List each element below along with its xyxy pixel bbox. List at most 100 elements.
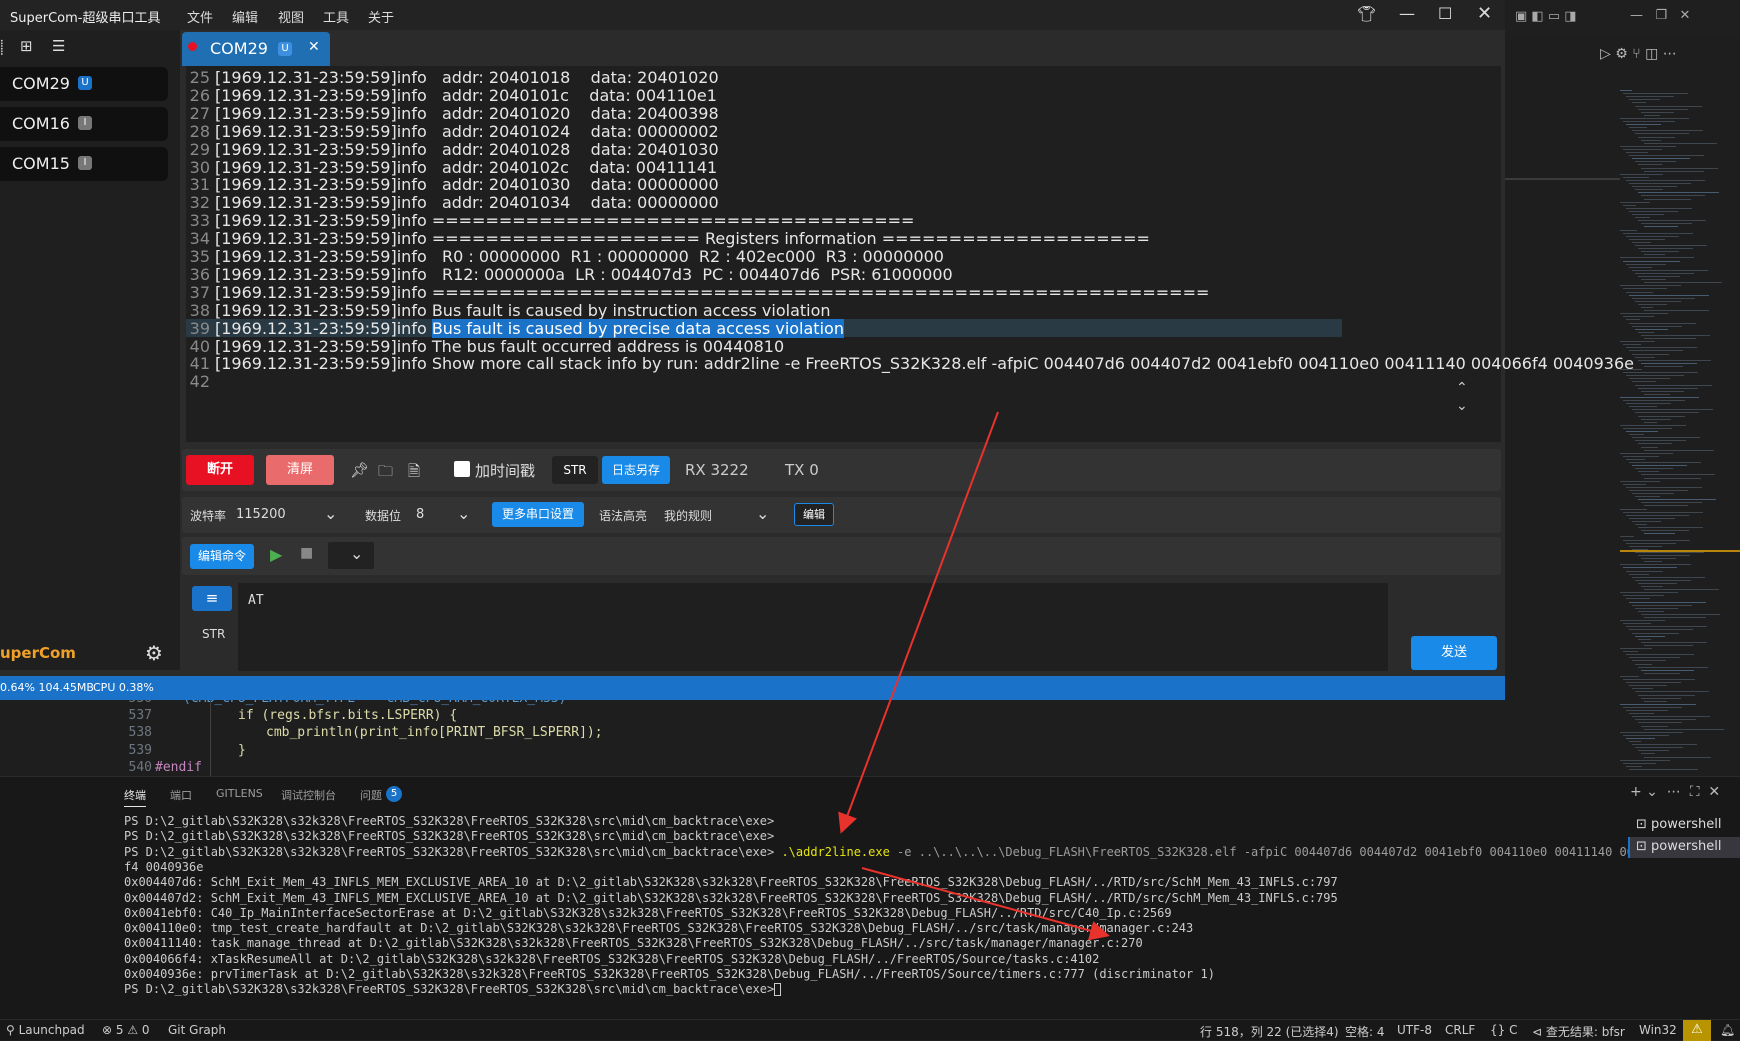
minimap-line: [1632, 465, 1687, 467]
menu-about[interactable]: 关于: [368, 7, 394, 26]
minimap-line: [1641, 279, 1666, 281]
minimap-line: [1641, 586, 1663, 587]
line-number: 26: [189, 85, 210, 105]
minimap-line: [1641, 669, 1694, 671]
wrap-lines-icon[interactable]: ≡: [192, 586, 232, 611]
close-icon[interactable]: ✕: [1477, 3, 1492, 24]
port-item-com15[interactable]: COM15 I: [0, 147, 168, 181]
baud-value: 115200: [236, 507, 286, 522]
menu-edit[interactable]: 编辑: [232, 7, 258, 26]
timestamp-checkbox[interactable]: [454, 461, 470, 477]
tab-gitlens[interactable]: GITLENS: [216, 787, 263, 800]
send-input-text: AT: [248, 593, 264, 608]
minimap-line: [1638, 248, 1693, 250]
minimap-line: [1641, 502, 1702, 504]
tab-close-icon[interactable]: ✕: [308, 39, 320, 55]
minimap-line: [1635, 468, 1673, 470]
menu-view[interactable]: 视图: [278, 7, 304, 26]
encoding[interactable]: UTF-8: [1397, 1023, 1432, 1037]
maximize-icon[interactable]: ☐: [1438, 4, 1452, 23]
eol[interactable]: CRLF: [1445, 1023, 1475, 1037]
indent-spaces[interactable]: 空格: 4: [1345, 1023, 1385, 1040]
apps-grid-icon[interactable]: ⊞: [20, 37, 33, 55]
scroll-down-icon[interactable]: ⌄: [1456, 398, 1468, 414]
clear-button[interactable]: 清屏: [266, 455, 334, 485]
code-editor[interactable]: 536(CMB_CPU_PLATFORM_TYPE == CMB_CPU_ARM…: [0, 691, 1620, 776]
edit-rule-button[interactable]: 编辑: [794, 503, 834, 526]
minimize-icon[interactable]: —: [1399, 4, 1415, 23]
edit-command-button[interactable]: 编辑命令: [190, 544, 254, 569]
platform[interactable]: Win32: [1639, 1023, 1677, 1037]
more-settings-button[interactable]: 更多串口设置: [492, 502, 584, 527]
panel-actions[interactable]: + ⌄ ⋯ ⛶ ✕: [1630, 784, 1720, 800]
tab-ports[interactable]: 端口: [170, 787, 192, 803]
minimap-line: [1629, 657, 1680, 659]
folder-icon[interactable]: 🗀: [378, 461, 393, 486]
minimap-line: [1626, 598, 1650, 600]
send-button[interactable]: 发送: [1411, 636, 1497, 670]
disconnect-button[interactable]: 断开: [186, 455, 254, 485]
serial-log-view[interactable]: 25 [1969.12.31-23:59:59]info addr: 204010…: [186, 66, 1634, 442]
language-mode[interactable]: {} C: [1490, 1023, 1517, 1037]
minimap-line: [1638, 666, 1708, 668]
terminal-line: f4 0040936e: [124, 859, 204, 874]
list-icon[interactable]: ☰: [52, 37, 65, 55]
baud-select[interactable]: 115200 ⌄: [232, 502, 344, 528]
minimap-line: [1641, 474, 1715, 476]
minimap[interactable]: [1620, 90, 1740, 780]
tab-debug-console[interactable]: 调试控制台: [281, 787, 336, 803]
menu-file[interactable]: 文件: [187, 7, 213, 26]
port-item-com16[interactable]: COM16 I: [0, 107, 168, 141]
minimap-line: [1626, 737, 1655, 739]
minimap-line: [1620, 229, 1637, 231]
cursor-position[interactable]: 行 518，列 22 (已选择4): [1200, 1023, 1339, 1040]
grid-icon[interactable]: ⸽: [0, 38, 4, 57]
window-controls[interactable]: — ❐ ✕: [1630, 8, 1690, 23]
save-log-button[interactable]: 日志另存: [602, 456, 670, 484]
command-select[interactable]: ⌄: [328, 542, 374, 569]
run-gear-split-icons[interactable]: ▷ ⚙ ⑂ ◫ ⋯: [1600, 46, 1677, 62]
tab-terminal[interactable]: 终端: [124, 787, 146, 807]
supercom-window: SuperCom-超级串口工具 文件 编辑 视图 工具 关于 👕︎ — ☐ ✕ …: [0, 0, 1634, 700]
minimap-line: [1623, 539, 1690, 541]
play-icon[interactable]: ▶: [270, 545, 282, 564]
settings-gear-icon[interactable]: ⚙: [145, 641, 163, 665]
databits-select[interactable]: 8 ⌄: [412, 502, 476, 528]
tab-problems[interactable]: 问题: [360, 787, 382, 803]
str-toggle[interactable]: STR: [552, 456, 598, 484]
minimap-line: [1623, 567, 1677, 569]
line-text: [1969.12.31-23:59:59]info addr: 2040101c…: [215, 85, 717, 105]
layout-icons[interactable]: ▣ ◧ ▭ ◨: [1515, 9, 1577, 24]
editor-line-number: 540: [128, 759, 152, 775]
find-result[interactable]: ⊲ 查无结果: bfsr: [1532, 1023, 1625, 1040]
problems-item[interactable]: ⊗ 5 ⚠ 0: [102, 1023, 150, 1037]
send-input[interactable]: AT: [238, 583, 1388, 671]
line-text: [1969.12.31-23:59:59]info The bus fault …: [215, 336, 785, 356]
minimap-line: [1632, 130, 1703, 132]
port-item-com29[interactable]: COM29 U: [0, 67, 168, 101]
port-name: COM16: [12, 114, 70, 133]
line-number: 36: [189, 264, 210, 284]
minimap-line: [1626, 431, 1658, 432]
shell-item-active[interactable]: ⊡ powershell: [1636, 839, 1721, 854]
scroll-up-icon[interactable]: ⌃: [1456, 380, 1468, 396]
minimap-line: [1629, 601, 1706, 603]
pin-icon[interactable]: 📌︎: [350, 461, 369, 479]
warning-icon[interactable]: ⚠: [1683, 1020, 1711, 1041]
shell-item[interactable]: ⊡ powershell: [1636, 817, 1721, 832]
minimap-line: [1638, 192, 1719, 194]
rule-select[interactable]: 我的规则 ⌄: [660, 502, 775, 528]
skin-shirt-icon[interactable]: 👕︎: [1357, 5, 1376, 23]
tab-com29[interactable]: COM29 U ✕: [182, 32, 330, 66]
minimap-line: [1629, 517, 1675, 519]
git-graph-item[interactable]: Git Graph: [168, 1023, 226, 1037]
menu-tools[interactable]: 工具: [323, 7, 349, 26]
stop-icon[interactable]: ■: [300, 545, 313, 561]
bell-icon[interactable]: 🔔︎: [1720, 1023, 1735, 1037]
launchpad-item[interactable]: ⚲ Launchpad: [6, 1023, 85, 1037]
minimap-line: [1644, 756, 1711, 758]
terminal-line: 0x004407d2: SchM_Exit_Mem_43_INFLS_MEM_E…: [124, 890, 1338, 905]
minimap-line: [1629, 573, 1649, 575]
send-mode-str[interactable]: STR: [202, 627, 225, 641]
file-search-icon[interactable]: 🗎: [408, 461, 420, 486]
